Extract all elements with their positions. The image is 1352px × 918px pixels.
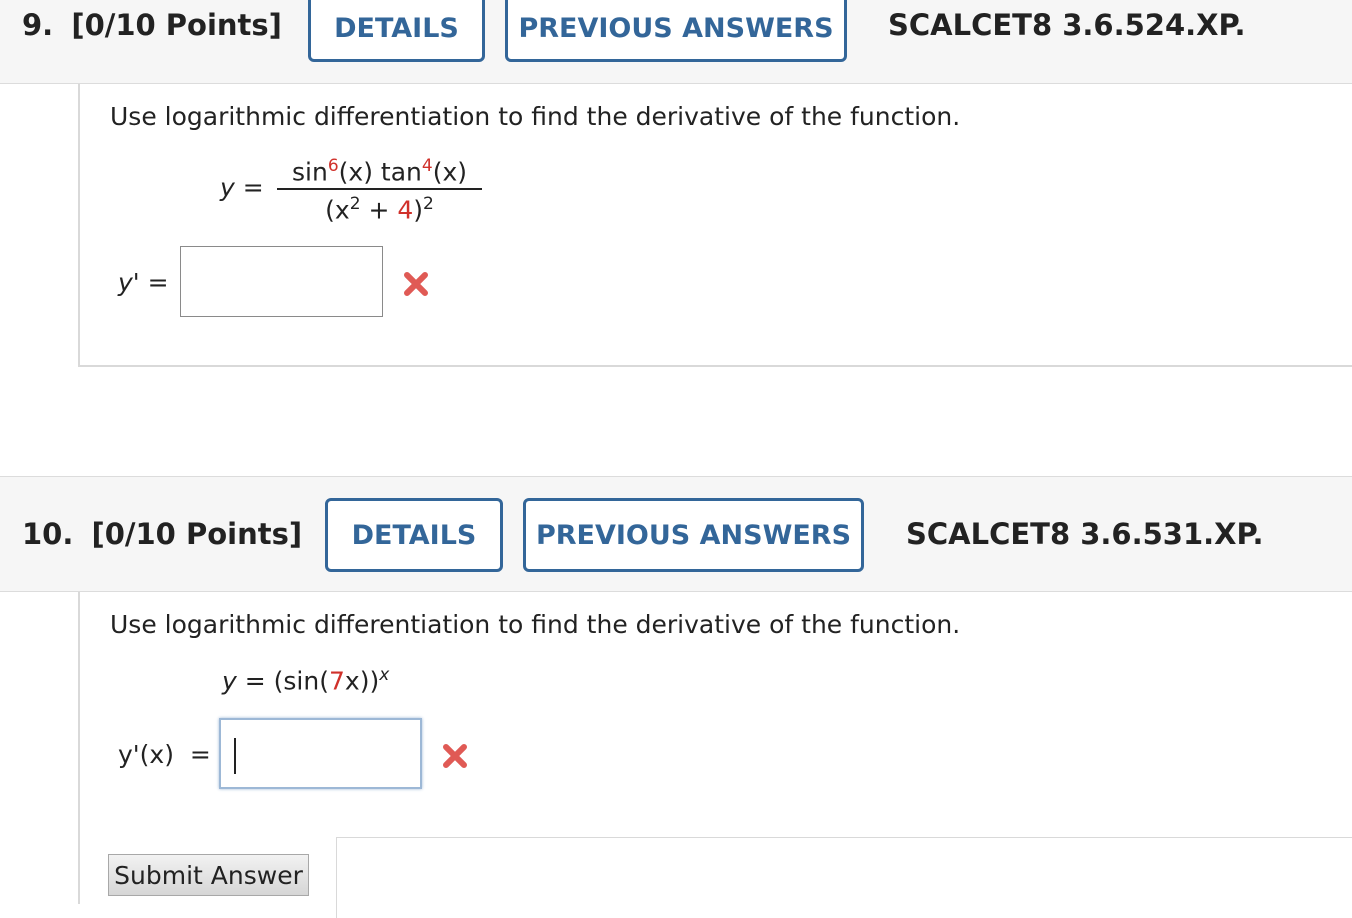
question-prompt: Use logarithmic differentiation to find … <box>110 102 961 131</box>
fraction-denominator: (x2 + 4)2 <box>325 194 434 225</box>
details-button[interactable]: DETAILS <box>308 0 485 62</box>
question-prompt: Use logarithmic differentiation to find … <box>110 610 961 639</box>
incorrect-icon <box>404 272 428 296</box>
answer-input[interactable] <box>180 246 383 317</box>
question-10-body: Use logarithmic differentiation to find … <box>78 592 1352 918</box>
question-reference: SCALCET8 3.6.524.XP. <box>888 8 1246 42</box>
answer-label: y' = <box>118 268 169 297</box>
answer-label: y'(x) = <box>118 740 211 769</box>
equation-lhs: y = <box>220 173 264 202</box>
feedback-panel <box>336 837 1352 918</box>
previous-answers-button[interactable]: PREVIOUS ANSWERS <box>505 0 847 62</box>
text-cursor <box>234 738 236 774</box>
fraction-numerator: sin6(x) tan4(x) <box>291 156 468 187</box>
question-9-header: 9. [0/10 Points] DETAILS PREVIOUS ANSWER… <box>0 0 1352 84</box>
incorrect-icon <box>443 744 467 768</box>
previous-answers-button[interactable]: PREVIOUS ANSWERS <box>523 498 864 572</box>
question-points: [0/10 Points] <box>91 517 303 551</box>
question-reference: SCALCET8 3.6.531.XP. <box>906 517 1264 551</box>
question-9-body: Use logarithmic differentiation to find … <box>78 84 1352 367</box>
question-10-title: 10. [0/10 Points] <box>22 517 302 551</box>
details-button[interactable]: DETAILS <box>325 498 503 572</box>
question-number: 10. <box>22 517 74 551</box>
question-9-title: 9. [0/10 Points] <box>22 8 282 42</box>
question-10-header: 10. [0/10 Points] DETAILS PREVIOUS ANSWE… <box>0 476 1352 592</box>
question-number: 9. <box>22 8 54 42</box>
fraction-bar <box>277 188 482 190</box>
function-equation: y = sin6(x) tan4(x) (x2 + 4)2 <box>220 156 520 236</box>
question-points: [0/10 Points] <box>71 8 282 42</box>
submit-answer-button[interactable]: Submit Answer <box>108 854 309 896</box>
function-equation: y = (sin(7x))x <box>222 665 390 696</box>
answer-input[interactable] <box>219 718 422 789</box>
